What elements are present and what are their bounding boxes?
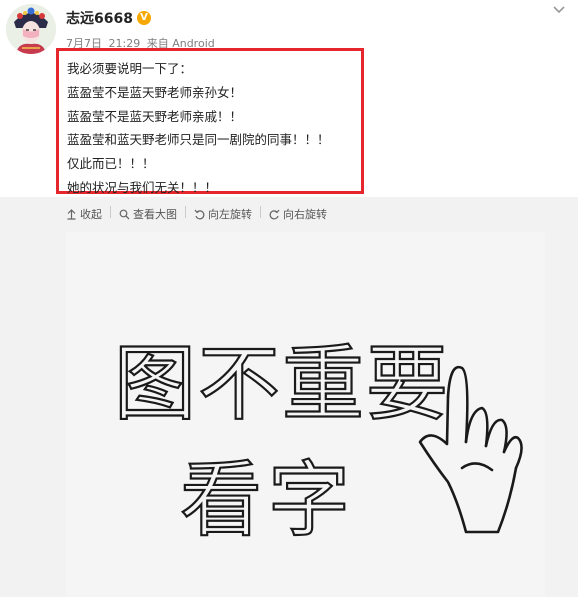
image-toolbar: 收起 查看大图 向左旋转 向右旋转 [66,206,327,222]
collapse-button[interactable]: 收起 [66,206,102,222]
rotate-right-icon [269,209,280,219]
post-line: 蓝盈莹不是蓝天野老师亲戚！！ [67,108,243,124]
rotate-right-label: 向右旋转 [283,208,327,221]
post-line: 蓝盈莹和蓝天野老师只是同一剧院的同事！！！ [67,132,330,148]
verified-badge-icon: V [136,11,151,25]
view-large-label: 查看大图 [133,208,177,221]
collapse-icon [67,208,76,220]
avatar-opera-figure [6,4,56,54]
toolbar-divider [110,206,111,218]
post-header: 志远6668 V 7月7日 21:29 来自 Android [66,8,218,51]
collapse-label: 收起 [80,208,102,221]
post-text-box: 我必须要说明一下了： 蓝盈莹不是蓝天野老师亲孙女！ 蓝盈莹不是蓝天野老师亲戚！！… [56,48,364,195]
rotate-right-button[interactable]: 向右旋转 [269,206,327,222]
post-line: 我必须要说明一下了： [67,61,193,76]
handwritten-image: 图不重要 看字 [66,232,545,597]
post-image[interactable]: 图不重要 看字 [66,232,545,597]
handwritten-text-line1: 图不重要 [114,337,450,432]
rotate-left-button[interactable]: 向左旋转 [194,206,252,222]
chevron-down-icon[interactable] [552,4,566,16]
handwritten-text-line2: 看字 [180,453,356,548]
username-row: 志远6668 V [66,8,218,28]
avatar[interactable] [6,4,56,54]
view-large-button[interactable]: 查看大图 [119,206,177,222]
post-line: 仅此而已！！！ [67,156,155,172]
search-icon [119,209,130,219]
toolbar-divider [260,206,261,218]
rotate-left-label: 向左旋转 [208,208,252,221]
rotate-left-icon [194,209,205,219]
toolbar-divider [185,206,186,218]
username[interactable]: 志远6668 [66,8,133,28]
post-line: 蓝盈莹不是蓝天野老师亲孙女！ [67,84,243,100]
